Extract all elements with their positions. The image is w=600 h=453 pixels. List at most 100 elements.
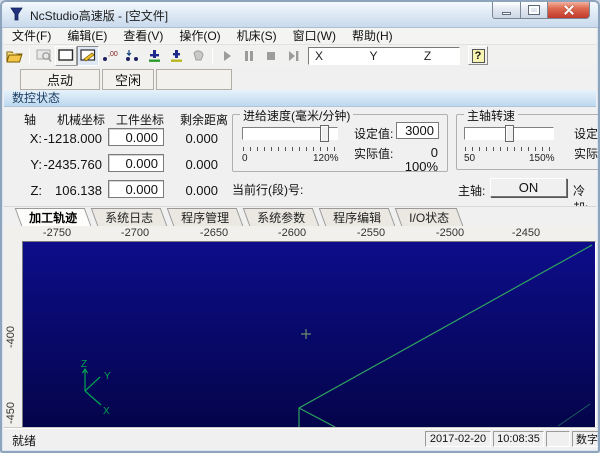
handwheel-button[interactable] <box>187 46 209 66</box>
single-step-button[interactable] <box>282 46 304 66</box>
pause-icon <box>245 50 253 61</box>
minimize-button[interactable] <box>492 2 521 19</box>
spindle-title: 主轴转速 <box>464 107 519 124</box>
triad-z-label: Z <box>81 359 87 370</box>
start-button[interactable] <box>216 46 238 66</box>
open-file-button[interactable] <box>4 46 26 66</box>
simulate-icon <box>125 49 138 61</box>
pause-button[interactable] <box>238 46 260 66</box>
maximize-icon <box>529 6 539 14</box>
title-bar[interactable]: NcStudio高速版 - [空文件] <box>2 2 598 28</box>
feed-set-value[interactable]: 3000 <box>396 122 439 139</box>
menu-machine[interactable]: 机床(S) <box>229 28 285 44</box>
tab-system-log[interactable]: 系统日志 <box>90 208 168 226</box>
trace-line-main <box>298 244 593 427</box>
spindle-power-label: 主轴: <box>458 184 486 198</box>
axes-select-input[interactable]: X Y Z <box>308 46 460 65</box>
spindle-slider-thumb[interactable] <box>505 125 514 142</box>
monitor-pen-icon <box>80 49 96 62</box>
monitor-icon <box>58 49 74 61</box>
tool-calibrate-icon <box>170 49 182 62</box>
ruler-label: -2550 <box>356 227 386 239</box>
menu-window[interactable]: 窗口(W) <box>285 28 344 44</box>
handwheel-icon <box>192 49 204 60</box>
tool-calibrate-button[interactable] <box>165 46 187 66</box>
col-machine-coord: 机械坐标 <box>57 113 106 127</box>
edit-window-button[interactable] <box>77 45 99 66</box>
capture-icon <box>36 49 52 62</box>
spindle-tick-max: 150% <box>529 153 555 164</box>
axis-y-label: Y: <box>30 157 42 172</box>
toolbar-separator <box>29 47 30 64</box>
tab-toolpath[interactable]: 加工轨迹 <box>14 208 92 226</box>
feed-tick-min: 0 <box>242 153 248 164</box>
ruler-label: -2500 <box>435 227 465 239</box>
menu-help[interactable]: 帮助(H) <box>344 28 401 44</box>
stop-icon <box>267 51 275 60</box>
screen-capture-button[interactable] <box>33 46 55 66</box>
axis-x-label: X: <box>29 131 42 146</box>
axis-z-work[interactable]: 0.000 <box>108 180 164 198</box>
axis-x-work[interactable]: 0.000 <box>108 128 164 146</box>
nc-status-caption: 数控状态 <box>4 90 596 107</box>
context-help-button[interactable]: ? <box>468 46 488 65</box>
tab-program-edit[interactable]: 程序编辑 <box>318 208 396 226</box>
simulate-mode-button[interactable] <box>121 46 143 66</box>
toolbar: ,00 X Y Z ? <box>4 44 596 66</box>
feed-slider-ticks <box>243 147 337 151</box>
menu-view[interactable]: 查看(V) <box>115 28 171 44</box>
status-input-mode: 数字 <box>572 431 598 447</box>
feed-rate-title: 进给速度(毫米/分钟) <box>240 107 354 124</box>
axis-z-remain: 0.000 <box>185 183 218 198</box>
feed-actual-label: 实际值: <box>354 147 394 161</box>
menu-file[interactable]: 文件(F) <box>4 28 59 44</box>
trace-line-branch <box>298 407 336 428</box>
trace-line-faint <box>557 403 591 427</box>
ruler-label: -2700 <box>120 227 150 239</box>
tab-program-manager[interactable]: 程序管理 <box>166 208 244 226</box>
menu-bar: 文件(F) 编辑(E) 查看(V) 操作(O) 机床(S) 窗口(W) 帮助(H… <box>4 28 596 44</box>
step-icon <box>288 50 298 61</box>
feed-set-label: 设定值: <box>354 127 394 141</box>
horizontal-ruler: -2750 -2700 -2650 -2600 -2550 -2500 -245… <box>4 226 596 241</box>
trace-points-icon: ,00 <box>102 51 118 61</box>
toolpath-graphics: Z Y X <box>81 244 593 428</box>
menu-operate[interactable]: 操作(O) <box>171 28 228 44</box>
window-title: NcStudio高速版 - [空文件] <box>30 9 169 23</box>
ruler-label: -2750 <box>42 227 72 239</box>
close-icon <box>563 5 575 15</box>
menu-edit[interactable]: 编辑(E) <box>59 28 115 44</box>
display-window-button[interactable] <box>55 45 77 66</box>
open-folder-icon <box>6 51 23 62</box>
close-button[interactable] <box>548 2 590 19</box>
help-icon: ? <box>471 48 485 63</box>
triad-x-label: X <box>103 406 110 417</box>
maximize-button[interactable] <box>521 2 548 19</box>
feed-override-percent: 100% <box>404 159 438 174</box>
status-empty-cell <box>546 431 570 447</box>
tool-down-button[interactable] <box>143 46 165 66</box>
triad-y-label: Y <box>104 371 111 382</box>
svg-text:,00: ,00 <box>108 51 118 58</box>
jog-mode-button[interactable]: 点动 <box>20 69 100 90</box>
stop-button[interactable] <box>260 46 282 66</box>
tab-io-status[interactable]: I/O状态 <box>394 208 464 226</box>
jog-mode-label: 点动 <box>46 73 73 88</box>
tab-system-params[interactable]: 系统参数 <box>242 208 320 226</box>
app-window: NcStudio高速版 - [空文件] 文件(F) 编辑(E) 查看(V) 操作… <box>0 0 600 453</box>
vertical-ruler: -400 -450 <box>4 241 18 429</box>
toolpath-canvas[interactable]: Z Y X <box>22 241 596 429</box>
axis-y-work[interactable]: 0.000 <box>108 154 164 172</box>
trace-points-button[interactable]: ,00 <box>99 46 121 66</box>
axis-triad-icon <box>81 367 102 406</box>
idle-status-label: 空闲 <box>114 73 141 88</box>
ruler-label: -400 <box>5 325 17 349</box>
ruler-label: -2650 <box>199 227 229 239</box>
position-cross-icon <box>301 329 311 339</box>
axis-x-machine: -1218.000 <box>43 131 102 146</box>
spindle-on-button[interactable]: ON <box>490 178 567 197</box>
feed-slider-thumb[interactable] <box>320 125 329 142</box>
play-icon <box>224 50 231 61</box>
spindle-tick-min: 50 <box>464 153 476 164</box>
feed-tick-max: 120% <box>313 153 339 164</box>
